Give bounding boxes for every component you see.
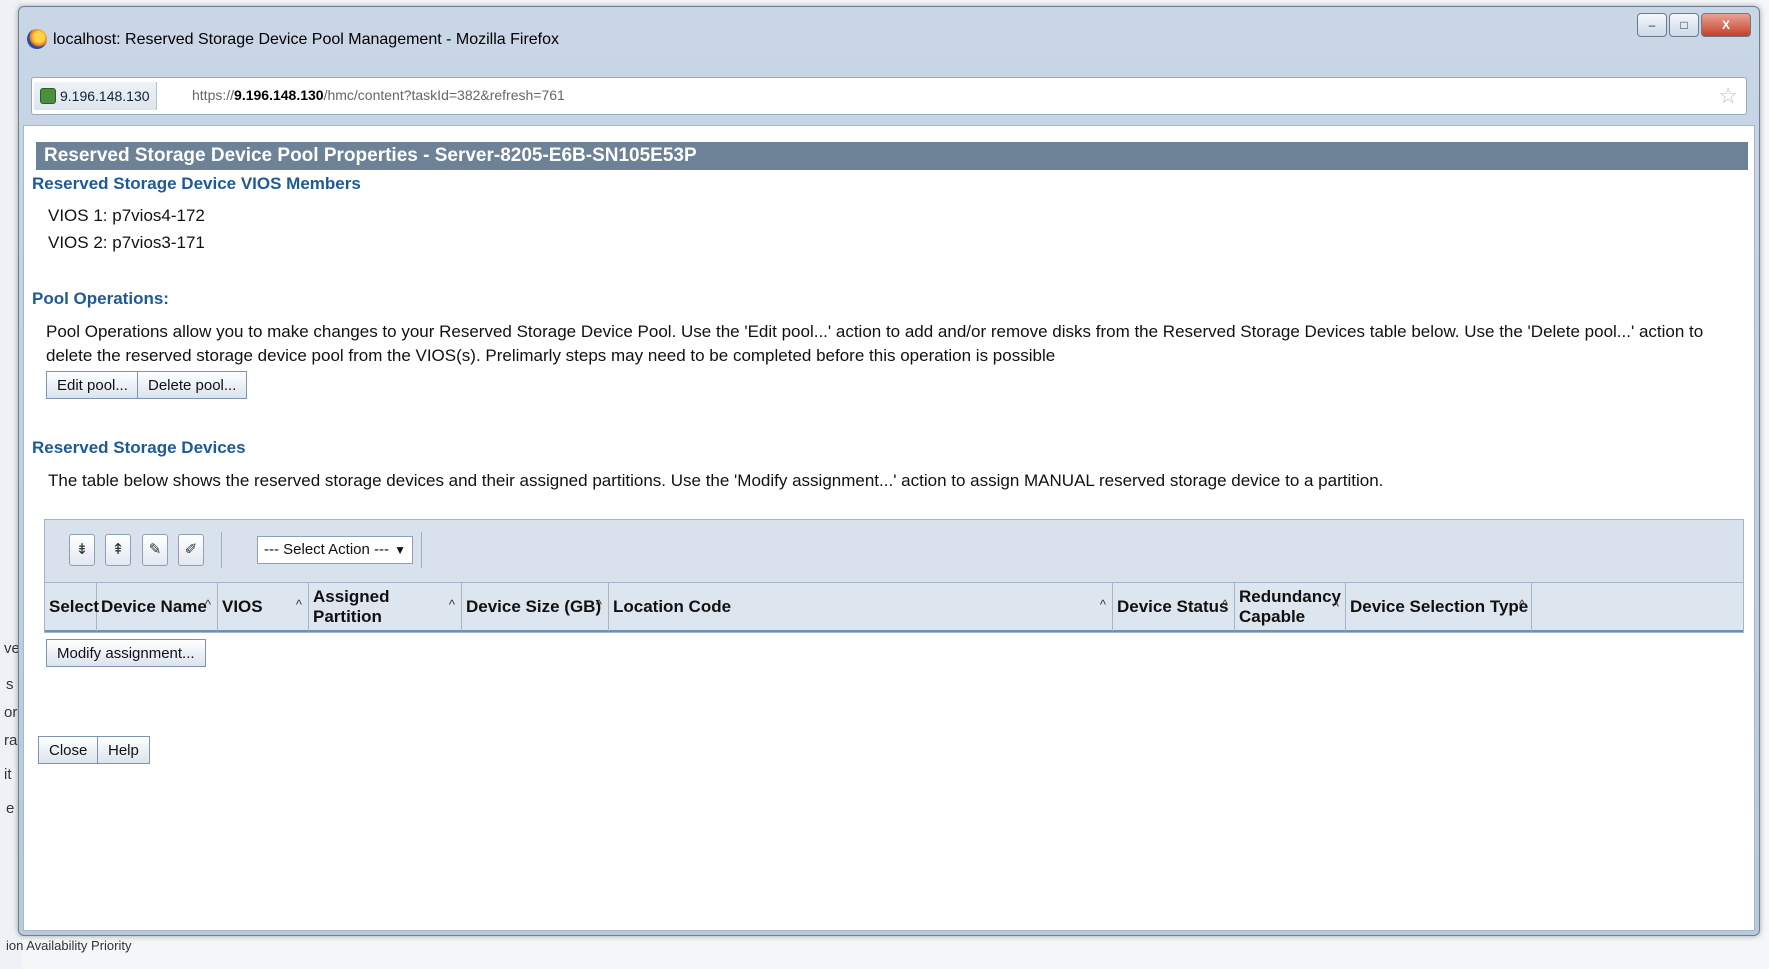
minimize-button[interactable]: – — [1637, 13, 1667, 37]
edit-pool-button[interactable]: Edit pool... — [46, 371, 139, 399]
url-text[interactable]: https://9.196.148.130/hmc/content?taskId… — [192, 87, 565, 103]
sort-icon[interactable]: ^ — [596, 597, 602, 612]
background-fragment: e — [6, 800, 15, 817]
column-device-size[interactable]: Device Size (GB) ^ — [462, 583, 609, 631]
column-redundancy-capable[interactable]: Redundancy Capable ^ — [1235, 583, 1346, 631]
select-action-value: --- Select Action --- — [264, 541, 390, 558]
column-location-code[interactable]: Location Code ^ — [609, 583, 1113, 631]
reserved-devices-text: The table below shows the reserved stora… — [48, 471, 1384, 490]
sort-icon[interactable]: ^ — [205, 597, 211, 612]
table-header: Select Device Name ^ VIOS ^ Assigned Parti… — [45, 582, 1743, 632]
vios-1-row: VIOS 1: p7vios4-172 — [48, 206, 205, 226]
firefox-window: localhost: Reserved Storage Device Pool … — [18, 6, 1760, 936]
page-content: Reserved Storage Device Pool Properties … — [23, 125, 1755, 931]
clear-sort-icon[interactable]: ✐ — [178, 534, 204, 566]
bookmark-star-icon[interactable]: ☆ — [1718, 83, 1738, 109]
url-prefix: https:// — [192, 87, 235, 103]
column-label: Location Code — [613, 597, 732, 616]
toolbar-separator — [421, 532, 422, 568]
reserved-devices-title: Reserved Storage Devices — [32, 438, 246, 457]
column-device-name[interactable]: Device Name ^ — [97, 583, 218, 631]
pool-operations-title: Pool Operations: — [32, 289, 169, 308]
window-controls: – □ X — [1637, 13, 1751, 37]
background-bottom-text: ion Availability Priority — [6, 938, 132, 953]
sort-icon[interactable]: ^ — [1100, 597, 1106, 612]
column-label: Device Size (GB) — [466, 597, 602, 616]
background-fragment: ra — [4, 732, 18, 749]
site-identity-icon — [40, 88, 56, 104]
select-action-dropdown[interactable]: --- Select Action --- ▼ — [257, 536, 413, 564]
site-identity-button[interactable]: 9.196.148.130 — [34, 82, 157, 110]
vios-2-label: VIOS 2: — [48, 233, 108, 252]
site-identity-label: 9.196.148.130 — [60, 88, 150, 104]
vios-2-value: p7vios3-171 — [112, 233, 205, 252]
column-device-selection-type[interactable]: Device Selection Type ^ — [1346, 583, 1532, 631]
column-label: VIOS — [222, 597, 263, 616]
toolbar-separator — [221, 532, 222, 568]
background-fragment: or — [4, 704, 18, 721]
vios-1-value: p7vios4-172 — [112, 206, 205, 225]
column-label: Device Selection Type — [1350, 597, 1529, 616]
column-assigned-partition[interactable]: Assigned Partition ^ — [309, 583, 462, 631]
modify-assignment-button[interactable]: Modify assignment... — [46, 639, 206, 667]
sort-icon[interactable]: ^ — [449, 597, 455, 612]
maximize-button[interactable]: □ — [1669, 13, 1699, 37]
pool-operations-text: Pool Operations allow you to make change… — [46, 322, 1704, 365]
devices-table: ⇟ ⇞ ✎ ✐ --- Select Action --- ▼ Select D… — [44, 519, 1744, 633]
url-host: 9.196.148.130 — [234, 87, 324, 103]
page-title: Reserved Storage Device Pool Properties … — [36, 142, 1748, 170]
column-label: Redundancy Capable — [1239, 587, 1342, 626]
close-button[interactable]: Close — [38, 736, 99, 764]
url-path: /hmc/content?taskId=382&refresh=761 — [323, 87, 565, 103]
sort-icon[interactable]: ^ — [296, 597, 302, 612]
column-label: Device Name — [101, 597, 207, 616]
vios-2-row: VIOS 2: p7vios3-171 — [48, 233, 205, 253]
edit-sort-icon[interactable]: ✎ — [142, 534, 168, 566]
column-label: Device Status — [1117, 597, 1229, 616]
firefox-icon — [27, 29, 47, 49]
column-label: Select — [49, 597, 100, 616]
column-label: Assigned Partition — [313, 587, 390, 626]
url-bar[interactable]: 9.196.148.130 https://9.196.148.130/hmc/… — [31, 77, 1747, 115]
background-fragment: s — [6, 676, 14, 693]
filter-rows-icon[interactable]: ⇟ — [69, 534, 95, 566]
vios-1-label: VIOS 1: — [48, 206, 108, 225]
sort-icon[interactable]: ^ — [1519, 597, 1525, 612]
clear-filter-icon[interactable]: ⇞ — [105, 534, 131, 566]
sort-icon[interactable]: ^ — [1333, 597, 1339, 617]
sort-icon[interactable]: ^ — [1222, 597, 1228, 612]
close-window-button[interactable]: X — [1701, 13, 1751, 37]
delete-pool-button[interactable]: Delete pool... — [137, 371, 248, 399]
title-bar[interactable]: localhost: Reserved Storage Device Pool … — [19, 7, 1759, 71]
column-select[interactable]: Select — [45, 583, 100, 631]
chevron-down-icon: ▼ — [394, 543, 406, 557]
table-toolbar: ⇟ ⇞ ✎ ✐ --- Select Action --- ▼ — [45, 520, 1743, 582]
vios-members-title: Reserved Storage Device VIOS Members — [32, 174, 361, 193]
window-title: localhost: Reserved Storage Device Pool … — [53, 31, 560, 48]
help-button[interactable]: Help — [97, 736, 150, 764]
background-fragment: it — [4, 766, 12, 783]
column-vios[interactable]: VIOS ^ — [218, 583, 309, 631]
column-device-status[interactable]: Device Status ^ — [1113, 583, 1235, 631]
